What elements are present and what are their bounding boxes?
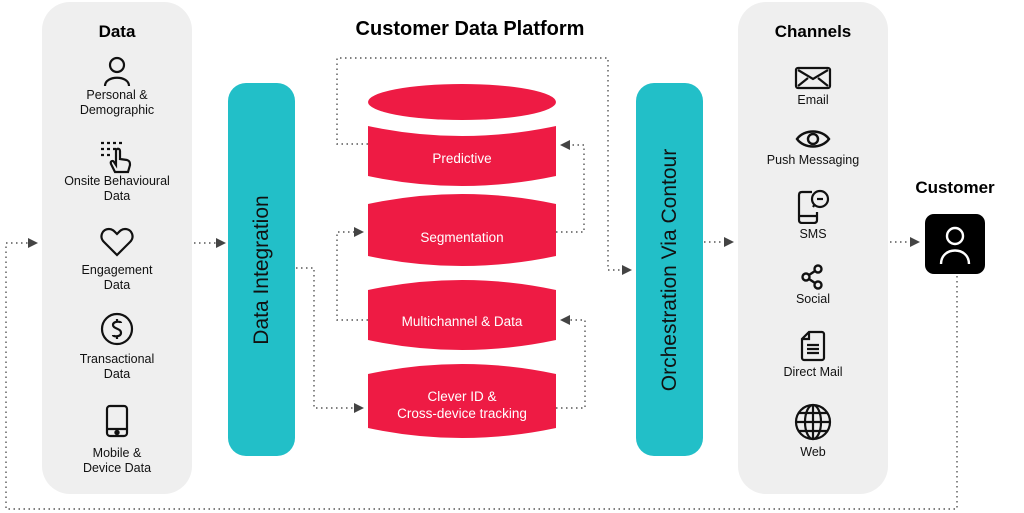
channel-item-social: Social <box>738 264 888 307</box>
channels-panel-title: Channels <box>774 22 852 41</box>
document-icon <box>800 330 826 362</box>
orchestration-bar: Orchestration Via Contour <box>636 83 703 456</box>
segment-label-cleverid: Clever ID & Cross-device tracking <box>397 389 527 421</box>
channel-item-email: Email <box>738 66 888 108</box>
channel-item-web: Web <box>738 403 888 460</box>
channel-item-sms: SMS <box>738 188 888 242</box>
channel-item-label: SMS <box>799 227 827 241</box>
eye-icon <box>795 130 831 148</box>
globe-icon <box>794 403 832 441</box>
channel-item-push: Push Messaging <box>738 128 888 168</box>
envelope-icon <box>794 66 832 90</box>
sms-phone-icon <box>797 189 830 224</box>
person-icon <box>939 226 971 265</box>
channel-item-label: Social <box>795 292 831 306</box>
segment-label-predictive: Predictive <box>432 151 492 166</box>
channel-item-direct-mail: Direct Mail <box>738 330 888 380</box>
channel-item-label: Email <box>797 93 829 107</box>
channel-item-label: Direct Mail <box>783 365 843 379</box>
channel-item-label: Push Messaging <box>766 153 860 167</box>
channel-item-label: Web <box>800 445 826 459</box>
customer-box <box>925 214 985 274</box>
cylinder-top-cap <box>368 84 556 120</box>
share-icon <box>801 264 823 290</box>
channels-panel: Channels Email Push Messaging SMS Social <box>738 2 888 494</box>
segment-label-segmentation: Segmentation <box>420 230 504 245</box>
orchestration-label: Orchestration Via Contour <box>657 148 681 391</box>
customer-title: Customer <box>915 178 995 197</box>
segment-label-multichannel: Multichannel & Data <box>401 314 523 329</box>
